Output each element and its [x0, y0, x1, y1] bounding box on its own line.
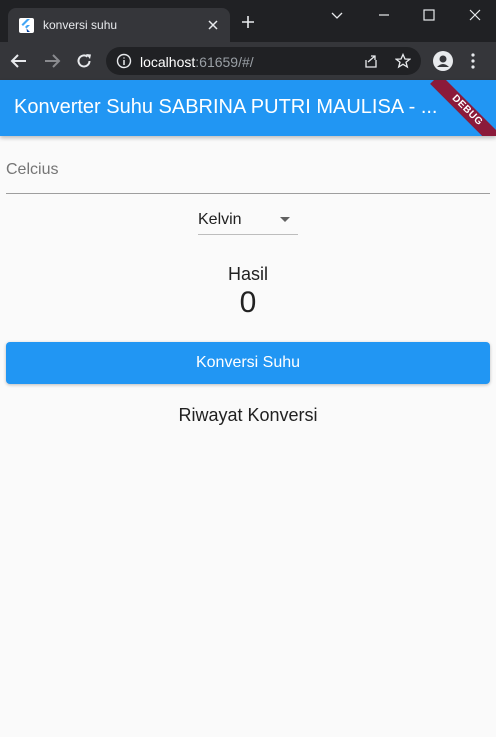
- unit-dropdown[interactable]: Kelvin: [198, 206, 298, 235]
- back-arrow-icon[interactable]: [10, 52, 28, 70]
- convert-button[interactable]: Konversi Suhu: [6, 342, 490, 384]
- url-host: localhost: [140, 54, 196, 70]
- browser-titlebar: konversi suhu: [0, 0, 496, 42]
- celcius-underline: [6, 193, 490, 194]
- url-path: :61659/#/: [195, 54, 254, 70]
- app-title: Konverter Suhu SABRINA PUTRI MAULISA - .…: [14, 96, 438, 118]
- debug-banner: DEBUG: [430, 80, 496, 136]
- profile-avatar-icon[interactable]: [433, 51, 453, 71]
- maximize-icon[interactable]: [422, 8, 436, 22]
- convert-button-label: Konversi Suhu: [195, 354, 301, 371]
- close-icon[interactable]: [205, 17, 221, 33]
- dropdown-arrow-icon: [280, 217, 290, 222]
- url-text: localhost:61659/#/: [140, 54, 254, 70]
- history-label: Riwayat Konversi: [178, 405, 318, 425]
- flutter-icon: [19, 18, 34, 33]
- app-bar: Konverter Suhu SABRINA PUTRI MAULISA - .…: [0, 80, 496, 136]
- tab-title: konversi suhu: [43, 18, 118, 32]
- chevron-down-icon[interactable]: [330, 8, 344, 22]
- address-bar[interactable]: localhost:61659/#/: [106, 47, 421, 75]
- new-tab-icon[interactable]: [241, 15, 255, 29]
- browser-toolbar: localhost:61659/#/: [0, 42, 496, 80]
- more-menu-icon[interactable]: [471, 53, 475, 69]
- dropdown-underline: [198, 234, 298, 235]
- share-icon[interactable]: [363, 53, 379, 69]
- forward-arrow-icon[interactable]: [43, 52, 61, 70]
- celcius-label: Celcius: [6, 161, 59, 178]
- close-window-icon[interactable]: [468, 8, 482, 22]
- result-value: 0: [239, 286, 257, 319]
- browser-tab[interactable]: konversi suhu: [8, 8, 230, 42]
- minimize-icon[interactable]: [377, 8, 391, 22]
- reload-icon[interactable]: [75, 52, 93, 70]
- star-icon[interactable]: [395, 53, 411, 69]
- info-icon[interactable]: [116, 53, 132, 69]
- result-label: Hasil: [227, 264, 268, 284]
- dropdown-selected-value: Kelvin: [198, 211, 242, 228]
